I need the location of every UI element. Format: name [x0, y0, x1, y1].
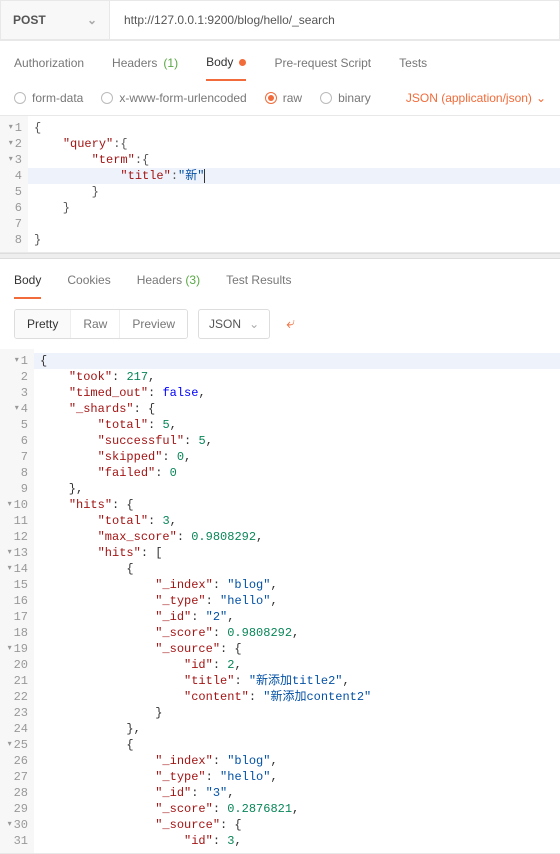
request-body-editor[interactable]: ▾1▾2▾345678 { "query":{ "term":{ "title"…	[0, 116, 560, 253]
bodytype-raw[interactable]: raw	[265, 91, 302, 105]
method-label: POST	[13, 13, 46, 27]
format-select[interactable]: JSON⌄	[198, 309, 270, 339]
response-tab-bar: Body Cookies Headers (3) Test Results	[0, 259, 560, 299]
radio-on-icon	[265, 92, 277, 104]
bodytype-formdata[interactable]: form-data	[14, 91, 83, 105]
tab-headers[interactable]: Headers (1)	[112, 55, 178, 71]
chevron-down-icon: ⌄	[249, 317, 259, 331]
tab-authorization[interactable]: Authorization	[14, 55, 84, 71]
resp-headers-count: (3)	[185, 273, 200, 287]
response-view-bar: Pretty Raw Preview JSON⌄ ⤶	[0, 299, 560, 349]
viewmode-pretty[interactable]: Pretty	[15, 310, 71, 338]
viewmode-preview[interactable]: Preview	[120, 310, 187, 338]
dirty-dot-icon	[239, 59, 246, 66]
tab-body[interactable]: Body	[206, 55, 246, 81]
viewmode-raw[interactable]: Raw	[71, 310, 120, 338]
resptab-body[interactable]: Body	[14, 273, 41, 299]
radio-icon	[101, 92, 113, 104]
bodytype-binary[interactable]: binary	[320, 91, 371, 105]
tab-prerequest[interactable]: Pre-request Script	[274, 55, 371, 71]
resptab-cookies[interactable]: Cookies	[67, 273, 110, 289]
bodytype-xwww[interactable]: x-www-form-urlencoded	[101, 91, 246, 105]
response-body-viewer[interactable]: ▾123▾456789▾101112▾13▾1415161718▾1920212…	[0, 349, 560, 854]
resptab-headers[interactable]: Headers (3)	[137, 273, 200, 289]
tab-tests[interactable]: Tests	[399, 55, 427, 71]
chevron-down-icon: ⌄	[536, 91, 546, 105]
request-tab-bar: Authorization Headers (1) Body Pre-reque…	[0, 41, 560, 81]
content-type-select[interactable]: JSON (application/json)⌄	[406, 91, 546, 105]
wrap-lines-button[interactable]: ⤶	[280, 311, 301, 337]
view-mode-group: Pretty Raw Preview	[14, 309, 188, 339]
radio-icon	[14, 92, 26, 104]
radio-icon	[320, 92, 332, 104]
resptab-tests[interactable]: Test Results	[226, 273, 291, 289]
headers-count: (1)	[163, 56, 178, 70]
method-select[interactable]: POST ⌄	[0, 0, 110, 40]
body-type-row: form-data x-www-form-urlencoded raw bina…	[0, 81, 560, 116]
chevron-down-icon: ⌄	[87, 13, 97, 27]
url-input[interactable]	[110, 0, 560, 40]
